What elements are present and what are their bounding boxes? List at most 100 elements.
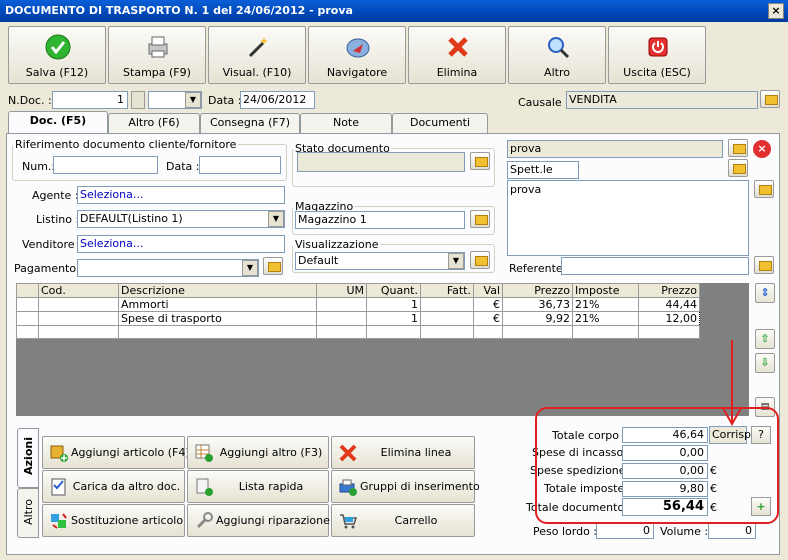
peso-label: Peso lordo : [533,525,597,538]
row-copy-icon[interactable]: ▤ [755,397,775,417]
col-um[interactable]: UM [316,283,367,298]
table-row[interactable]: Spese di trasporto 1 € 9,92 21% 12,00 [16,311,700,326]
col-cod[interactable]: Cod. [38,283,119,298]
col-quant[interactable]: Quant. [366,283,421,298]
spese-incasso-field[interactable]: 0,00 [622,445,708,461]
cell-descrizione[interactable]: Spese di trasporto [118,311,317,326]
magazzino-folder-icon[interactable] [470,210,490,228]
print-button[interactable]: Stampa (F9) [108,26,206,84]
cell-um[interactable] [316,311,367,326]
row-selector[interactable] [16,325,39,339]
add-other-button[interactable]: Aggiungi altro (F3) [187,436,329,469]
move-up-button[interactable]: ⇧ [755,329,775,349]
cell-prezzo-ivato[interactable]: 44,44 [638,297,700,312]
col-fatt[interactable]: Fatt. [420,283,474,298]
tab-altro-side[interactable]: Altro [17,488,39,538]
row-selector[interactable] [16,311,39,326]
cell-quant[interactable]: 1 [366,297,421,312]
navigator-button[interactable]: Navigatore [308,26,406,84]
tab-documenti[interactable]: Documenti [392,113,488,133]
col-prezzo[interactable]: Prezzo [502,283,573,298]
volume-field[interactable]: 0 [708,523,756,539]
replace-article-button[interactable]: Sostituzione articolo [42,504,185,537]
cell-um[interactable] [316,297,367,312]
stato-field[interactable] [297,152,465,172]
referente-folder-icon[interactable] [754,256,774,274]
listino-select[interactable]: DEFAULT(Listino 1) ▼ [77,210,285,228]
ref-num-field[interactable] [53,156,158,174]
refresh-icon[interactable] [728,159,748,177]
cliente-title-field[interactable]: Spett.le [507,161,579,179]
other-button[interactable]: Altro [508,26,606,84]
cell-val[interactable]: € [473,311,503,326]
tab-doc[interactable]: Doc. (F5) [8,111,108,134]
cell-val[interactable]: € [473,297,503,312]
cell-fatt[interactable] [420,297,474,312]
move-top-button[interactable]: ⇕ [755,283,775,303]
tab-altro[interactable]: Altro (F6) [108,113,200,133]
cell-prezzo[interactable]: 9,92 [502,311,573,326]
totale-documento-field: 56,44 [622,498,708,516]
col-val[interactable]: Val [473,283,503,298]
visualizzazione-folder-icon[interactable] [470,251,490,269]
exit-button[interactable]: Uscita (ESC) [608,26,706,84]
magazzino-field[interactable]: Magazzino 1 [295,211,465,229]
referente-field[interactable] [561,257,749,275]
load-from-doc-button[interactable]: Carica da altro doc. [42,470,185,503]
delete-line-button[interactable]: Elimina linea [331,436,475,469]
causale-folder-icon[interactable] [760,90,780,108]
cell-prezzo-ivato[interactable]: 12,00 [638,311,700,326]
ndoc-field[interactable]: 1 [52,91,128,109]
add-article-button[interactable]: Aggiungi articolo (F4) [42,436,190,469]
pagamento-select[interactable]: ▼ [77,259,259,277]
help-button[interactable]: ? [751,426,771,444]
quick-list-button[interactable]: Lista rapida [187,470,329,503]
corrisp-field[interactable]: Corrisp. [709,426,755,444]
cell-imposte[interactable]: 21% [572,297,639,312]
tab-azioni[interactable]: Azioni [17,428,39,488]
add-repair-button[interactable]: Aggiungi riparazione [187,504,330,537]
tab-azioni-label: Azioni [22,437,35,475]
clear-cliente-icon[interactable]: × [753,140,771,158]
cliente-address-field[interactable]: prova [507,180,749,256]
causale-field[interactable]: VENDITA [566,91,758,109]
cell-quant[interactable]: 1 [366,311,421,326]
pagamento-folder-icon[interactable] [263,257,283,275]
cell-cod[interactable] [38,297,119,312]
visualizzazione-select[interactable]: Default ▼ [295,252,465,270]
cart-button[interactable]: Carrello [331,504,475,537]
spese-spedizione-field[interactable]: 0,00 [622,463,708,479]
cell-prezzo[interactable]: 36,73 [502,297,573,312]
cliente-folder-icon[interactable] [728,139,748,157]
agente-field[interactable]: Seleziona... [77,186,285,204]
ndoc-spin-button[interactable] [131,91,145,109]
col-descrizione[interactable]: Descrizione [118,283,317,298]
preview-button[interactable]: Visual. (F10) [208,26,306,84]
col-prezzo-ivato[interactable]: Prezzo [638,283,700,298]
cell-imposte[interactable]: 21% [572,311,639,326]
cell-cod[interactable] [38,311,119,326]
insert-groups-button[interactable]: Gruppi di inserimento [331,470,480,503]
ndoc-suffix-select[interactable]: ▼ [148,91,202,109]
stato-folder-icon[interactable] [470,152,490,170]
move-down-button[interactable]: ⇩ [755,353,775,373]
save-button[interactable]: Salva (F12) [8,26,106,84]
ref-date-field[interactable] [199,156,281,174]
cell-descrizione[interactable]: Ammorti [118,297,317,312]
tab-consegna[interactable]: Consegna (F7) [200,113,300,133]
num-label: Num.: [22,160,56,173]
col-imposte[interactable]: Imposte [572,283,639,298]
edit-total-icon[interactable]: + [751,497,771,516]
venditore-field[interactable]: Seleziona... [77,235,285,253]
peso-field[interactable]: 0 [596,523,654,539]
tab-note[interactable]: Note [300,113,392,133]
row-selector[interactable] [16,297,39,312]
table-row[interactable]: Ammorti 1 € 36,73 21% 44,44 [16,297,700,312]
delete-button[interactable]: Elimina [408,26,506,84]
cell-fatt[interactable] [420,311,474,326]
date-field[interactable]: 24/06/2012 [240,91,315,109]
cliente-name-field[interactable]: prova [507,140,723,158]
table-row[interactable] [16,325,700,339]
address-folder-icon[interactable] [754,180,774,198]
close-window-button[interactable]: × [768,3,784,19]
